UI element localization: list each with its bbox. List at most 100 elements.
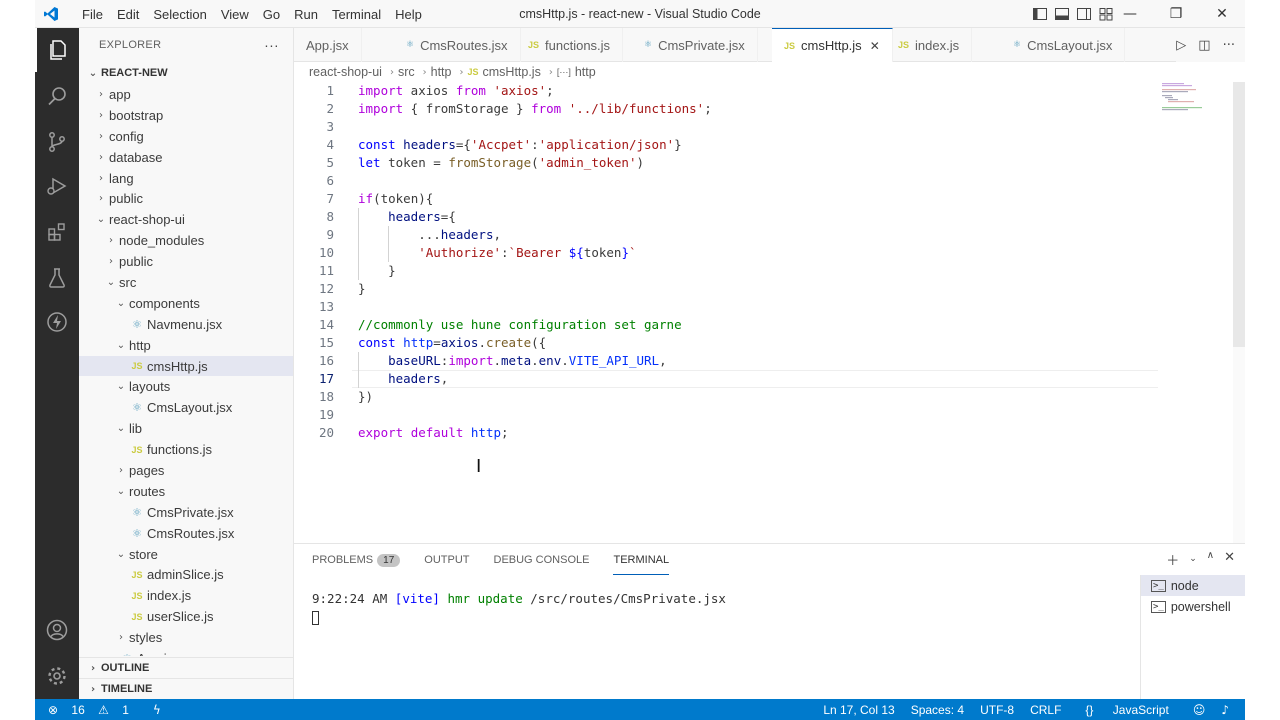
folder-item[interactable]: ⌄ layouts (79, 376, 293, 397)
breadcrumb: react-shop-ui › src › http › JS cmsHttp.js › [⋯] h… (294, 62, 1245, 82)
menu-file[interactable]: File (75, 7, 110, 22)
chevron-right-icon: › (422, 66, 427, 78)
folder-item[interactable]: ⌄ http (79, 335, 293, 356)
notifications-bell-icon[interactable]: ♪ (1213, 703, 1237, 717)
file-item[interactable]: ⚛ Navmenu.jsx (79, 314, 293, 335)
outline-section[interactable]: › OUTLINE (79, 657, 293, 678)
more-actions-icon[interactable]: ··· (264, 37, 279, 53)
terminal-item-node[interactable]: >_ node (1141, 575, 1245, 596)
folder-item[interactable]: ⌄ react-shop-ui (79, 209, 293, 230)
tab-cmslayout-jsx[interactable]: ⚛ CmsLayout.jsx (1001, 28, 1126, 62)
problems-count-badge: 17 (377, 553, 401, 567)
folder-item[interactable]: › public (79, 251, 293, 272)
search-icon[interactable] (35, 74, 79, 118)
file-item[interactable]: JS userSlice.js (79, 606, 293, 627)
run-debug-icon[interactable] (35, 164, 79, 208)
folder-item[interactable]: › lang (79, 168, 293, 189)
end-of-line[interactable]: CRLF (1022, 703, 1069, 717)
menu-run[interactable]: Run (287, 7, 325, 22)
menu-edit[interactable]: Edit (110, 7, 146, 22)
close-panel-icon[interactable]: ✕ (1224, 550, 1235, 569)
tab-app-jsx[interactable]: ⚛App.jsx (294, 28, 362, 62)
folder-item[interactable]: › pages (79, 460, 293, 481)
new-terminal-icon[interactable]: ＋ (1166, 550, 1179, 569)
tab-functions-js[interactable]: JS functions.js (516, 28, 624, 62)
folder-item[interactable]: ⌄ routes (79, 481, 293, 502)
accounts-icon[interactable] (35, 608, 79, 652)
breadcrumb-item[interactable]: cmsHttp.js (483, 65, 541, 79)
folder-item[interactable]: › app (79, 84, 293, 105)
minimize-button[interactable]: — (1107, 0, 1153, 28)
file-item[interactable]: JS cmsHttp.js (79, 355, 293, 377)
toggle-primary-sidebar-icon[interactable] (1032, 6, 1048, 22)
menu-go[interactable]: Go (256, 7, 287, 22)
folder-item[interactable]: › node_modules (79, 230, 293, 251)
explorer-icon[interactable] (35, 28, 79, 72)
code-token: : (531, 137, 539, 152)
source-control-icon[interactable] (35, 120, 79, 164)
menu-help[interactable]: Help (388, 7, 429, 22)
maximize-panel-icon[interactable]: ∧ (1207, 550, 1214, 569)
file-item[interactable]: ⚛ CmsLayout.jsx (79, 397, 293, 418)
timeline-section[interactable]: › TIMELINE (79, 678, 293, 699)
close-window-button[interactable]: ✕ (1199, 0, 1245, 28)
run-file-icon[interactable]: ▷ (1176, 38, 1186, 53)
breadcrumb-item[interactable]: src (398, 65, 415, 79)
breadcrumb-item[interactable]: http (431, 65, 452, 79)
feedback-icon[interactable]: ☺ (1185, 703, 1214, 717)
restore-button[interactable]: ❐ (1153, 0, 1199, 28)
split-editor-icon[interactable]: ◫ (1198, 38, 1210, 53)
folder-item[interactable]: › config (79, 126, 293, 147)
remote-thunder-icon[interactable] (35, 300, 79, 344)
folder-item[interactable]: ⌄ src (79, 272, 293, 293)
cursor-position[interactable]: Ln 17, Col 13 (815, 703, 902, 717)
tab-cmshttp-js[interactable]: JS cmsHttp.js ✕ (772, 28, 893, 62)
editor-scrollbar-thumb[interactable] (1233, 82, 1245, 347)
file-item[interactable]: JS adminSlice.js (79, 564, 293, 585)
toggle-secondary-sidebar-icon[interactable] (1076, 6, 1092, 22)
folder-item[interactable]: ⌄ lib (79, 418, 293, 439)
live-share-icon[interactable]: ϟ (139, 703, 166, 717)
problems-status[interactable]: ⊗ 16 ⚠ 1 (35, 703, 139, 717)
folder-item[interactable]: ⌄ store (79, 544, 293, 565)
terminal-dropdown-icon[interactable]: ⌄ (1189, 550, 1197, 569)
folder-item[interactable]: › database (79, 147, 293, 168)
close-tab-icon[interactable]: ✕ (870, 39, 880, 53)
file-item[interactable]: ⚛App.jsx (79, 648, 293, 656)
file-item[interactable]: JS functions.js (79, 439, 293, 460)
file-item[interactable]: ⚛ CmsRoutes.jsx (79, 523, 293, 544)
tab-index-js[interactable]: JS index.js (886, 28, 973, 62)
more-actions-icon[interactable]: ··· (1223, 38, 1235, 53)
tab-output[interactable]: OUTPUT (424, 554, 469, 566)
testing-flask-icon[interactable] (35, 256, 79, 300)
folder-item[interactable]: › bootstrap (79, 105, 293, 126)
indentation[interactable]: Spaces: 4 (903, 703, 972, 717)
breadcrumb-item[interactable]: http (575, 65, 596, 79)
menu-view[interactable]: View (214, 7, 256, 22)
encoding[interactable]: UTF-8 (972, 703, 1022, 717)
folder-item[interactable]: › styles (79, 627, 293, 648)
toggle-panel-icon[interactable] (1054, 6, 1070, 22)
menu-selection[interactable]: Selection (146, 7, 213, 22)
tab-label: CmsPrivate.jsx (658, 37, 745, 53)
language-mode[interactable]: {} JavaScript (1069, 703, 1184, 717)
tab-problems[interactable]: PROBLEMS 17 (312, 553, 401, 567)
tab-debug-console[interactable]: DEBUG CONSOLE (494, 554, 590, 566)
terminal-output[interactable]: 9:22:24 AM [vite] hmr update /src/routes… (312, 590, 726, 626)
breadcrumb-item[interactable]: react-shop-ui (309, 65, 382, 79)
folder-item[interactable]: ⌄ components (79, 293, 293, 314)
file-item[interactable]: JS index.js (79, 585, 293, 606)
tab-cmsroutes-jsx[interactable]: ⚛ CmsRoutes.jsx (394, 28, 521, 62)
tab-terminal[interactable]: TERMINAL (613, 546, 670, 575)
workspace-root[interactable]: ⌄ REACT-NEW (79, 62, 293, 84)
manage-gear-icon[interactable] (35, 654, 79, 698)
menu-terminal[interactable]: Terminal (325, 7, 388, 22)
folder-item[interactable]: › public (79, 188, 293, 209)
tab-cmsprivate-jsx[interactable]: ⚛ CmsPrivate.jsx (632, 28, 758, 62)
file-item[interactable]: ⚛ CmsPrivate.jsx (79, 502, 293, 523)
code-editor[interactable]: 1 import axios from 'axios'; 2 import { fro… (294, 82, 1245, 543)
terminal-time: 9:22:24 AM (312, 591, 388, 606)
extensions-icon[interactable] (35, 210, 79, 254)
terminal-item-powershell[interactable]: >_ powershell (1141, 596, 1245, 617)
minimap[interactable] (1162, 82, 1232, 112)
